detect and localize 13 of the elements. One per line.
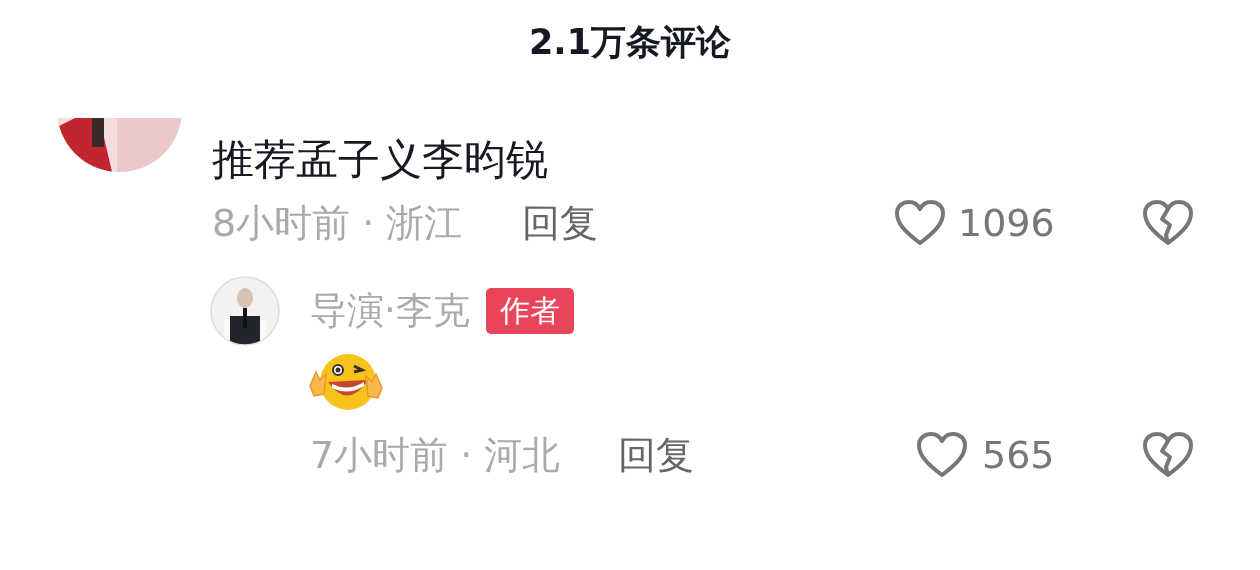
like-count: 565 (982, 433, 1056, 477)
broken-heart-icon[interactable] (1142, 199, 1194, 247)
broken-heart-icon[interactable] (1142, 431, 1194, 479)
like-icon[interactable] (916, 431, 968, 479)
comment-text: 推荐孟子义李昀锐 (212, 134, 549, 186)
reply-time-location: 7小时前 · 河北 (310, 431, 561, 479)
like-icon[interactable] (894, 199, 946, 247)
author-tag: 作者 (485, 288, 574, 334)
comments-count-title: 2.1万条评论 (529, 21, 731, 64)
reply-button[interactable]: 回复 (618, 429, 695, 481)
like-count: 1096 (958, 201, 1056, 245)
reply-button[interactable]: 回复 (522, 197, 599, 249)
comment-time-location: 8小时前 · 浙江 (212, 199, 463, 247)
